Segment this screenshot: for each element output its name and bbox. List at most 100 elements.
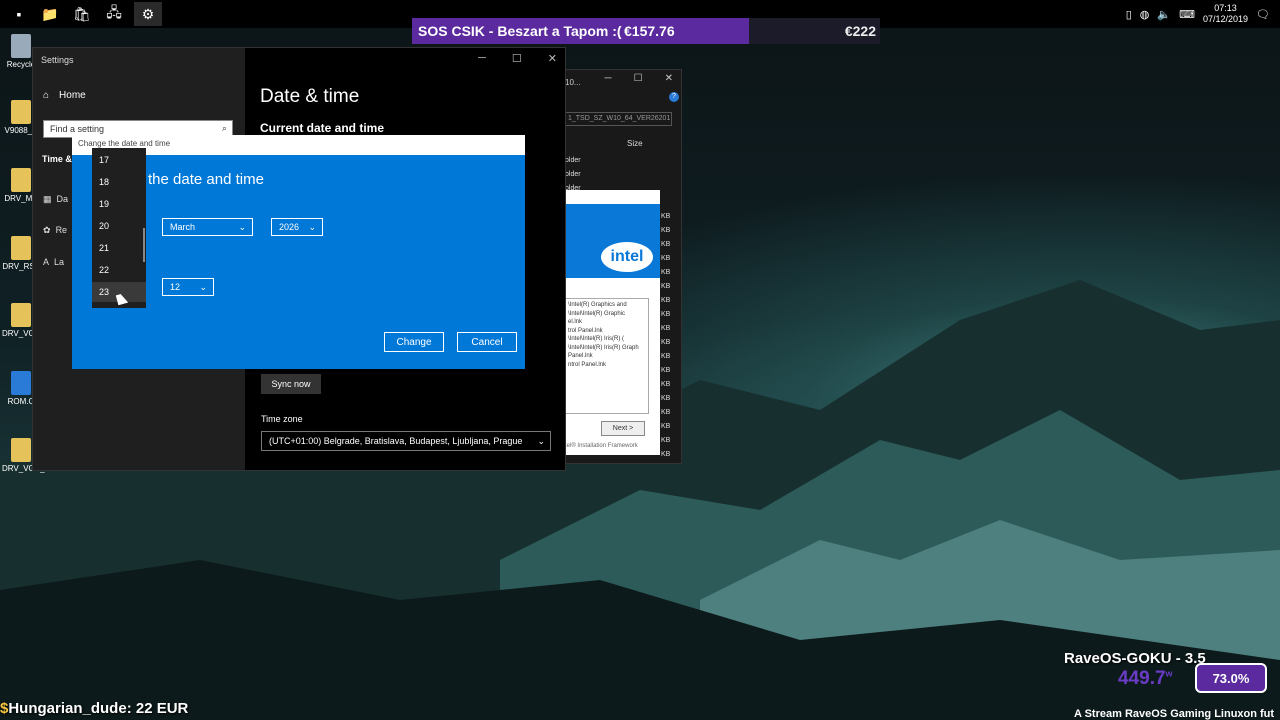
settings-gear-icon[interactable]: ⚙ bbox=[134, 2, 162, 26]
intel-logo: intel bbox=[601, 242, 653, 272]
cancel-button[interactable]: Cancel bbox=[457, 332, 517, 352]
day-option[interactable]: 20 bbox=[92, 216, 146, 236]
donor-alert: $Hungarian_dude: 22 EUR bbox=[0, 700, 188, 717]
search-placeholder: Find a setting bbox=[50, 124, 105, 134]
help-icon[interactable]: ? bbox=[669, 92, 679, 102]
year-select[interactable]: 2026 ⌄ bbox=[271, 218, 323, 236]
timezone-select[interactable]: (UTC+01:00) Belgrade, Bratislava, Budape… bbox=[261, 431, 551, 451]
stream-ticker: A Stream RaveOS Gaming Linuxon fut bbox=[1074, 708, 1275, 720]
list-item: \Intel\Intel(R) Iris(R) ( bbox=[568, 336, 625, 342]
list-item: ntrol Panel.lnk bbox=[568, 361, 607, 368]
day-option[interactable]: 17 bbox=[92, 150, 146, 170]
file-size: KB bbox=[661, 255, 671, 262]
close-icon[interactable]: ✕ bbox=[665, 73, 673, 84]
day-dropdown-list[interactable]: 17 18 19 20 21 22 23 bbox=[92, 148, 146, 308]
installer-footer: tel® Installation Framework bbox=[565, 443, 638, 449]
donation-goal: €222 bbox=[749, 18, 880, 44]
chevron-down-icon: ⌄ bbox=[238, 221, 246, 232]
list-item[interactable]: older bbox=[565, 157, 581, 164]
day-option[interactable]: 19 bbox=[92, 194, 146, 214]
tray-clock[interactable]: 07:13 07/12/2019 bbox=[1203, 3, 1248, 25]
home-label: Home bbox=[59, 90, 86, 101]
notification-icon[interactable]: 🗨 bbox=[1256, 8, 1270, 21]
explorer-path[interactable]: 1_TSD_SZ_W10_64_VER26201 bbox=[565, 112, 672, 126]
search-icon: ⌕ bbox=[221, 123, 227, 133]
sidebar-item-label: La bbox=[54, 257, 65, 267]
month-select[interactable]: March ⌄ bbox=[162, 218, 253, 236]
raveos-number: 449.7 bbox=[1118, 668, 1166, 689]
desktop-icon-label: Recycle bbox=[6, 60, 36, 69]
banner-text: SOS CSIK - Beszart a Tapom :( bbox=[418, 23, 622, 39]
battery-icon[interactable]: ▯ bbox=[1126, 8, 1132, 21]
installer-file-list[interactable]: \Intel(R) Graphics and \Intel\Intel(R) G… bbox=[565, 298, 649, 414]
section-subtitle: Current date and time bbox=[260, 121, 385, 135]
window-title: Settings bbox=[41, 55, 74, 65]
network-drive-icon[interactable]: 🖧 bbox=[100, 2, 128, 26]
desktop-icon[interactable]: ▪ bbox=[5, 2, 33, 26]
file-size: KB bbox=[661, 213, 671, 220]
minimize-icon[interactable]: ─ bbox=[605, 73, 612, 84]
chevron-down-icon: ⌄ bbox=[537, 435, 545, 446]
region-icon: ✿ bbox=[43, 225, 51, 235]
sidebar-item-date[interactable]: ▦ Da bbox=[43, 194, 68, 205]
raveos-percent-badge: 73.0% bbox=[1195, 663, 1267, 693]
file-explorer-icon[interactable]: 📁 bbox=[36, 2, 64, 26]
file-size: KB bbox=[661, 297, 671, 304]
sidebar-item-label: Da bbox=[56, 194, 69, 204]
banner-amount: €157.76 bbox=[624, 23, 675, 39]
desktop-icon-label: ROM.C bbox=[7, 397, 35, 406]
maximize-icon[interactable]: ☐ bbox=[634, 73, 643, 84]
month-value: March bbox=[170, 222, 196, 232]
sidebar-item-home[interactable]: ⌂ Home bbox=[43, 90, 86, 101]
calendar-icon: ▦ bbox=[43, 194, 52, 204]
timezone-value: (UTC+01:00) Belgrade, Bratislava, Budape… bbox=[269, 436, 523, 446]
hour-select[interactable]: 12 ⌄ bbox=[162, 278, 214, 296]
language-icon: A bbox=[43, 257, 50, 267]
chevron-down-icon: ⌄ bbox=[308, 221, 316, 232]
list-item: \Intel\Intel(R) Iris(R) Graph bbox=[568, 344, 639, 351]
volume-icon[interactable]: 🔈 bbox=[1157, 8, 1171, 21]
day-option[interactable]: 21 bbox=[92, 238, 146, 258]
list-item: trol Panel.lnk bbox=[568, 327, 603, 334]
sidebar-item-label: Re bbox=[55, 225, 68, 235]
store-icon[interactable]: 🛍 bbox=[68, 2, 96, 26]
dialog-heading: the date and time bbox=[148, 171, 264, 188]
explorer-title: 10... bbox=[565, 78, 581, 87]
sidebar-item-language[interactable]: A La bbox=[43, 257, 64, 267]
file-size: KB bbox=[661, 353, 671, 360]
scrollbar[interactable] bbox=[143, 228, 145, 262]
list-item[interactable]: older bbox=[565, 171, 581, 178]
next-button[interactable]: Next > bbox=[601, 421, 645, 436]
list-item: \Intel\Intel(R) Graphic bbox=[568, 310, 626, 317]
change-button[interactable]: Change bbox=[384, 332, 444, 352]
file-size: KB bbox=[661, 269, 671, 276]
file-size: KB bbox=[661, 311, 671, 318]
file-size: KB bbox=[661, 423, 671, 430]
page-title: Date & time bbox=[260, 86, 360, 107]
column-header-size[interactable]: Size bbox=[627, 139, 643, 148]
file-size: KB bbox=[661, 367, 671, 374]
file-size: KB bbox=[661, 325, 671, 332]
file-size: KB bbox=[661, 241, 671, 248]
home-icon: ⌂ bbox=[43, 90, 50, 101]
file-size: KB bbox=[661, 409, 671, 416]
sidebar-item-region[interactable]: ✿ Re bbox=[43, 225, 67, 236]
list-item: el.lnk bbox=[568, 319, 583, 325]
file-size: KB bbox=[661, 451, 671, 458]
sync-now-button[interactable]: Sync now bbox=[261, 374, 321, 394]
installer-header bbox=[565, 190, 660, 204]
clock-date: 07/12/2019 bbox=[1202, 14, 1249, 24]
intel-installer-window: intel \Intel(R) Graphics and \Intel\Inte… bbox=[565, 190, 660, 455]
language-icon[interactable]: ⌨ bbox=[1179, 8, 1195, 21]
list-item: \Intel(R) Graphics and bbox=[568, 302, 627, 308]
file-size: KB bbox=[661, 395, 671, 402]
system-tray: ▯ ◍ 🔈 ⌨ 07:13 07/12/2019 🗨 bbox=[1126, 0, 1270, 28]
year-value: 2026 bbox=[279, 222, 300, 232]
file-size: KB bbox=[661, 437, 671, 444]
raveos-value: 449.7w bbox=[1118, 668, 1173, 690]
network-icon[interactable]: ◍ bbox=[1140, 8, 1150, 21]
day-option[interactable]: 18 bbox=[92, 172, 146, 192]
file-size: KB bbox=[661, 227, 671, 234]
day-option[interactable]: 22 bbox=[92, 260, 146, 280]
hour-value: 12 bbox=[170, 282, 181, 292]
